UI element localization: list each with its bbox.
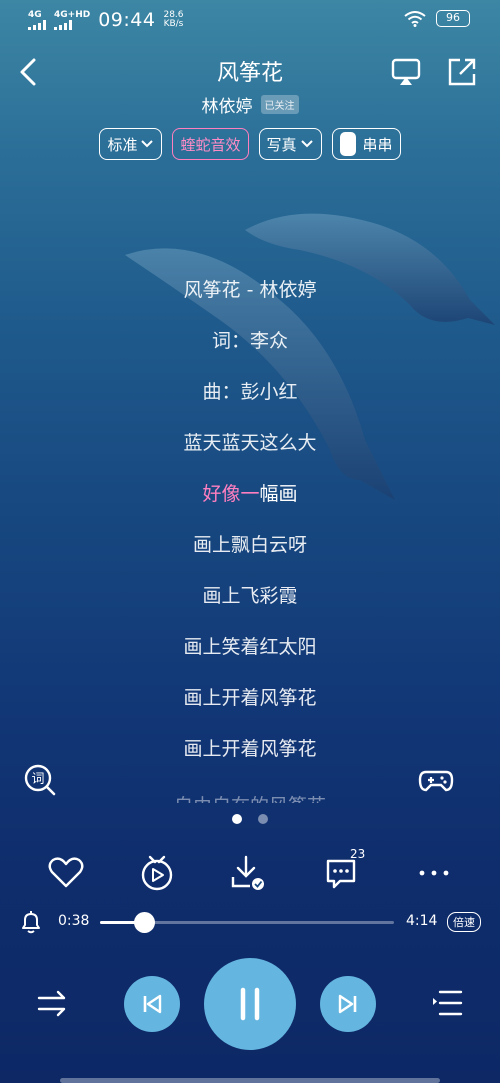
mode-chip[interactable]: 写真	[258, 128, 322, 160]
share-icon[interactable]	[446, 56, 478, 88]
lyric-line: 曲：彭小红	[202, 381, 298, 403]
more-icon[interactable]	[414, 853, 454, 893]
network-speed: 28.6 KB/s	[163, 11, 183, 29]
svg-text:词: 词	[31, 772, 44, 787]
page-indicator	[0, 814, 500, 824]
lyric-line: 画上飞彩霞	[202, 585, 298, 607]
battery-indicator: 96	[436, 10, 470, 27]
action-row: 23	[0, 847, 500, 893]
signal-bars-icon	[54, 19, 90, 30]
next-icon	[338, 994, 357, 1014]
follow-badge[interactable]: 已关注	[260, 95, 299, 114]
signal-1: 4G	[28, 9, 46, 30]
playlist-icon[interactable]	[430, 988, 464, 1018]
sound-effect-label: 蝰蛇音效	[180, 135, 241, 154]
shuffle-icon[interactable]	[36, 988, 70, 1018]
page-dot[interactable]	[258, 814, 268, 824]
next-button[interactable]	[320, 976, 376, 1032]
top-right-icons	[390, 56, 478, 88]
sung-part: 好像一	[202, 483, 260, 505]
chevron-down-icon	[300, 140, 313, 148]
lyrics-panel[interactable]: 风筝花 - 林依婷 词：李众 曲：彭小红 蓝天蓝天这么大 好像一幅画 画上飘白云…	[0, 270, 500, 803]
toggle-knob	[339, 132, 356, 156]
wifi-icon	[404, 10, 426, 27]
playback-controls	[0, 958, 500, 1050]
quality-chip[interactable]: 标准	[99, 128, 163, 160]
home-indicator	[60, 1078, 440, 1083]
comments-button[interactable]: 23	[324, 847, 365, 893]
heart-icon[interactable]	[46, 853, 86, 893]
quality-label: 标准	[107, 135, 138, 154]
chuanchuan-toggle[interactable]: 串串	[331, 128, 401, 160]
previous-button[interactable]	[124, 976, 180, 1032]
gamepad-icon[interactable]	[418, 762, 454, 798]
lyric-line: 画上飘白云呀	[192, 534, 307, 556]
current-time: 0:38	[58, 913, 90, 929]
lyric-line: 蓝天蓝天这么大	[183, 432, 317, 454]
lyric-line: 风筝花 - 林依婷	[183, 279, 317, 301]
status-right: 96	[404, 10, 470, 27]
pause-button[interactable]	[204, 958, 296, 1050]
page-dot-active[interactable]	[232, 814, 242, 824]
download-icon[interactable]	[228, 853, 268, 893]
playback-speed-button[interactable]: 倍速	[447, 912, 481, 932]
prev-icon	[143, 994, 162, 1014]
sound-effect-chip[interactable]: 蝰蛇音效	[172, 128, 249, 160]
network-label-1: 4G	[28, 9, 42, 20]
lyric-line: 词：李众	[211, 330, 288, 352]
airplay-icon[interactable]	[390, 56, 422, 88]
status-bar: 4G 4G+HD 09:44 28.6 KB/s 96	[0, 0, 500, 40]
network-label-2: 4G+HD	[54, 9, 91, 20]
progress-knob[interactable]	[134, 912, 156, 933]
lyrics-search-icon[interactable]: 词	[22, 762, 58, 798]
signal-2: 4G+HD	[54, 9, 91, 30]
pause-icon	[240, 987, 260, 1021]
lyric-line: 画上笑着红太阳	[183, 636, 317, 658]
lyric-line: 画上开着风筝花	[183, 687, 317, 709]
artist-row: 林依婷 已关注	[0, 92, 500, 117]
option-chips: 标准 蝰蛇音效 写真 串串	[0, 128, 500, 160]
artist-name[interactable]: 林依婷	[202, 92, 253, 117]
progress-slider[interactable]	[100, 912, 394, 933]
duration: 4:14	[406, 913, 438, 929]
chuanchuan-label: 串串	[362, 135, 393, 154]
current-lyric-line: 好像一幅画	[0, 474, 500, 525]
comment-count: 23	[350, 847, 366, 861]
chevron-down-icon	[141, 140, 154, 148]
progress-row: 0:38 4:14 倍速	[0, 905, 500, 939]
bell-icon[interactable]	[18, 909, 44, 935]
speed-unit: KB/s	[163, 19, 184, 29]
video-icon[interactable]	[137, 853, 177, 893]
unsung-part: 幅画	[259, 483, 298, 505]
signal-bars-icon	[28, 19, 46, 30]
status-left: 4G 4G+HD 09:44 28.6 KB/s	[28, 9, 184, 31]
mode-label: 写真	[266, 135, 297, 154]
clock: 09:44	[98, 9, 156, 31]
